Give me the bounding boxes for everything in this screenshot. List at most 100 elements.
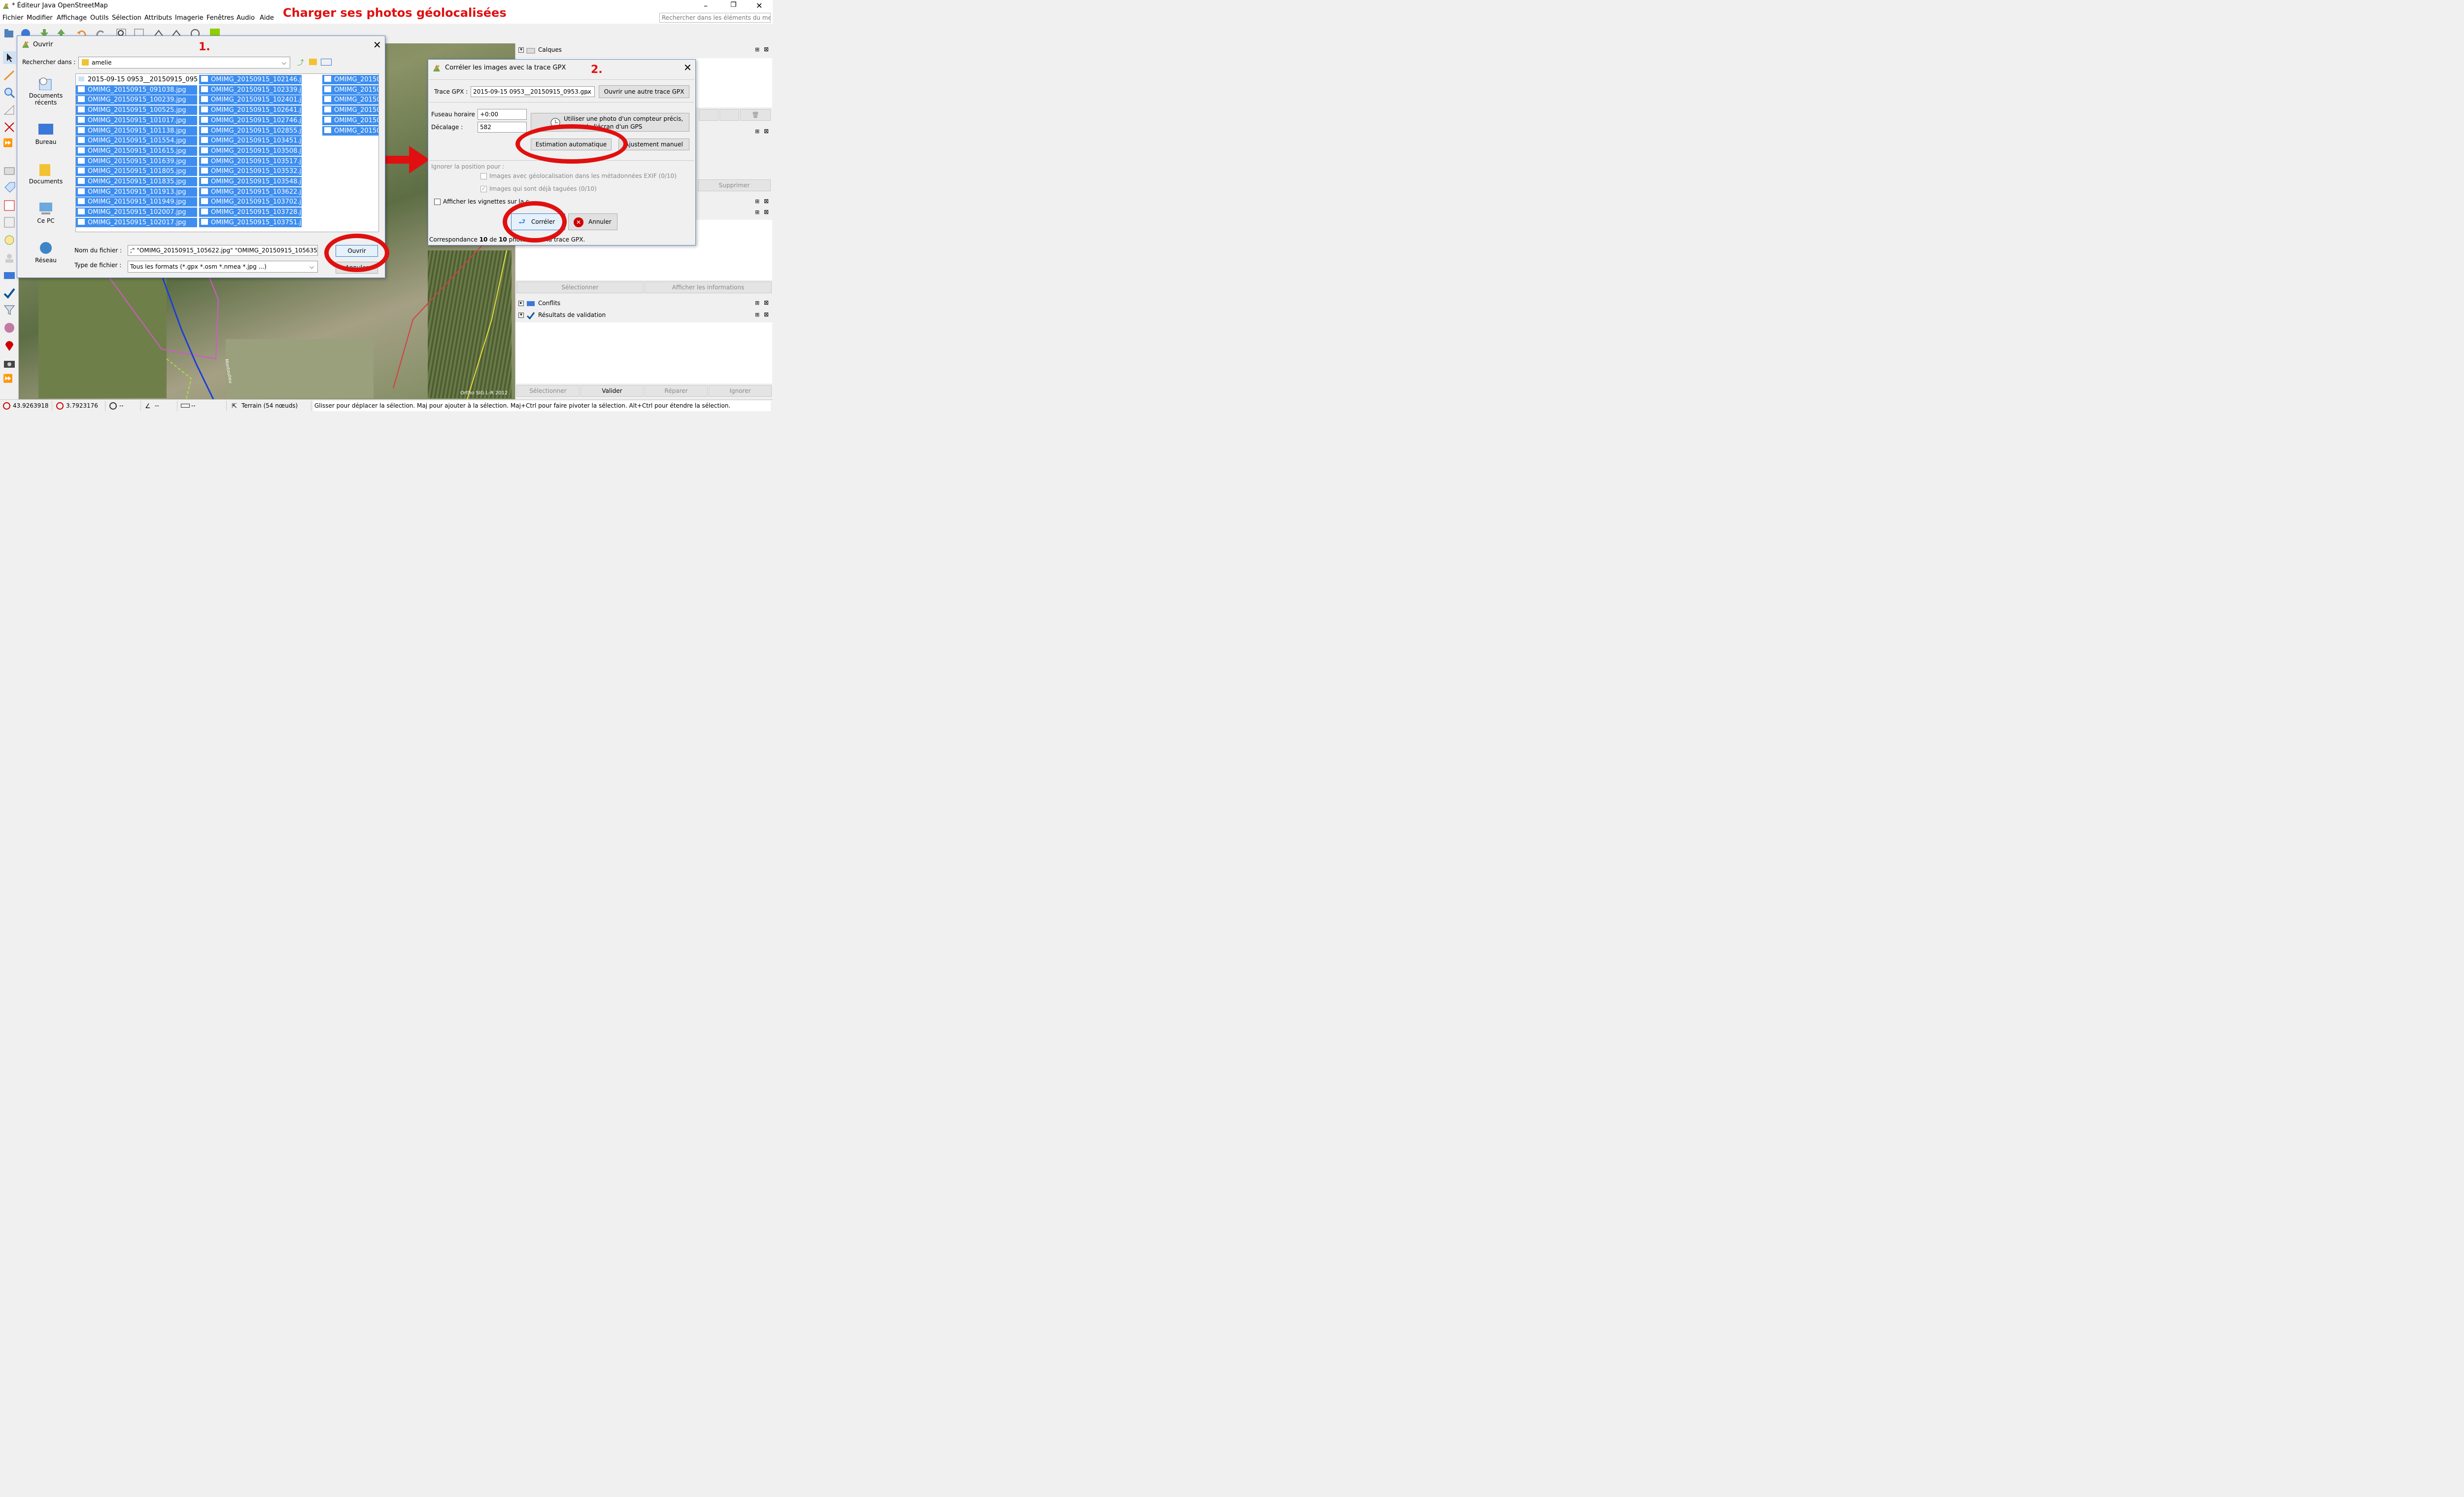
manual-adjust-button[interactable]: Ajustement manuel	[618, 139, 689, 150]
panel-close-icon[interactable]: ⊠	[764, 209, 769, 215]
place-network[interactable]: Réseau	[22, 241, 69, 264]
collapse-icon[interactable]: ▾	[518, 47, 524, 53]
panel-detach-icon[interactable]: ⊞	[755, 128, 759, 135]
file-item[interactable]: OMIMG_201509	[322, 95, 378, 105]
trash-icon[interactable]: 🗑	[740, 109, 771, 121]
select-tool-icon[interactable]	[3, 51, 16, 64]
more-tools-icon[interactable]: ⏩	[3, 138, 16, 151]
file-item[interactable]: OMIMG_20150915_091038.jpg	[76, 85, 197, 95]
file-item[interactable]: OMIMG_20150915_102146.jpg	[199, 75, 302, 84]
panel-detach-icon[interactable]: ⊞	[755, 312, 759, 318]
file-item[interactable]: OMIMG_20150915_102017.jpg	[76, 217, 197, 227]
ignore-button[interactable]: Ignorer	[709, 385, 772, 397]
menu-search-input[interactable]: Rechercher dans les éléments du menu	[659, 13, 771, 23]
menu-attributs[interactable]: Attributs	[144, 14, 172, 22]
offset-input[interactable]: 582	[478, 122, 527, 133]
file-item[interactable]: OMIMG_20150915_103702.jpg	[199, 197, 302, 207]
validate-button[interactable]: Valider	[581, 385, 644, 397]
menu-imagerie[interactable]: Imagerie	[175, 14, 204, 22]
file-item[interactable]: OMIMG_20150915_103728.jpg	[199, 208, 302, 217]
menu-audio[interactable]: Audio	[237, 14, 255, 22]
file-item[interactable]: OMIMG_20150915_101615.jpg	[76, 146, 197, 156]
panel-detach-icon[interactable]: ⊞	[755, 46, 759, 53]
file-item[interactable]: OMIMG_20150915_103532.jpg	[199, 167, 302, 176]
delete-button[interactable]: Supprimer	[698, 179, 771, 191]
view-menu-icon[interactable]	[321, 59, 332, 66]
file-item[interactable]: OMIMG_20150915_101805.jpg	[76, 167, 197, 176]
menu-fichier[interactable]: Fichier	[2, 14, 24, 22]
file-item[interactable]: OMIMG_20150915_102746.jpg	[199, 115, 302, 125]
map-paint-icon[interactable]	[3, 321, 16, 334]
open-other-gpx-button[interactable]: Ouvrir une autre trace GPX	[599, 85, 689, 98]
camera-icon[interactable]	[3, 357, 16, 370]
panel-close-icon[interactable]: ⊠	[764, 128, 769, 135]
file-item[interactable]: OMIMG_201509	[322, 75, 378, 84]
file-item[interactable]: OMIMG_201509	[322, 115, 378, 125]
file-item[interactable]: OMIMG_20150915_102007.jpg	[76, 208, 197, 217]
filename-input[interactable]: ;" "OMIMG_20150915_105622.jpg" "OMIMG_20…	[128, 245, 318, 256]
file-item[interactable]: OMIMG_201509	[322, 105, 378, 115]
draw-tool-icon[interactable]	[3, 69, 16, 82]
minimize-button[interactable]: –	[704, 1, 708, 10]
history-icon[interactable]	[3, 234, 16, 246]
panel-detach-icon[interactable]: ⊞	[755, 209, 759, 215]
layer-btn-1[interactable]	[699, 109, 719, 121]
place-desktop[interactable]: Bureau	[22, 123, 69, 145]
menu-aide[interactable]: Aide	[260, 14, 274, 22]
panel-close-icon[interactable]: ⊠	[764, 311, 769, 318]
relation-icon[interactable]	[3, 199, 16, 212]
panel-close-icon[interactable]: ⊠	[764, 46, 769, 53]
close-icon[interactable]: ✕	[684, 63, 692, 72]
file-item[interactable]: OMIMG_20150915_101913.jpg	[76, 187, 197, 197]
open-file-icon[interactable]	[3, 28, 15, 39]
file-item[interactable]: OMIMG_20150915_101017.jpg	[76, 115, 197, 125]
file-item[interactable]: OMIMG_20150915_100239.jpg	[76, 95, 197, 105]
tagged-checkbox[interactable]: ✓	[480, 186, 487, 192]
file-item[interactable]: OMIMG_201509	[322, 85, 378, 95]
new-folder-icon[interactable]	[309, 59, 317, 65]
location-pin-icon[interactable]	[3, 339, 16, 352]
file-item[interactable]: OMIMG_20150915_102641.jpg	[199, 105, 302, 115]
file-item[interactable]: OMIMG_20150915_102401.jpg	[199, 95, 302, 105]
close-window-button[interactable]: ✕	[756, 1, 762, 10]
panel-detach-icon[interactable]: ⊞	[755, 198, 759, 205]
maximize-button[interactable]: ❐	[730, 1, 737, 9]
panel-detach-icon[interactable]: ⊞	[755, 300, 759, 306]
place-recent[interactable]: Documents récents	[22, 76, 69, 106]
tags-icon[interactable]	[3, 181, 16, 194]
collapse-icon[interactable]: ▾	[518, 313, 524, 318]
menu-fenetres[interactable]: Fenêtres	[206, 14, 234, 22]
select-button[interactable]: Sélectionner	[516, 281, 644, 293]
file-item[interactable]: OMIMG_20150915_101949.jpg	[76, 197, 197, 207]
filetype-select[interactable]: Tous les formats (*.gpx *.osm *.nmea *.j…	[128, 261, 318, 273]
file-item[interactable]: OMIMG_20150915_103451.jpg	[199, 136, 302, 146]
menu-selection[interactable]: Sélection	[112, 14, 141, 22]
layers-icon[interactable]	[3, 165, 16, 177]
exif-checkbox[interactable]	[480, 173, 487, 179]
file-item[interactable]: OMIMG_20150915_101138.jpg	[76, 126, 197, 136]
file-item[interactable]: OMIMG_20150915_102855.jpg	[199, 126, 302, 136]
menu-modifier[interactable]: Modifier	[27, 14, 53, 22]
file-item[interactable]: OMIMG_20150915_103751.jpg	[199, 217, 302, 227]
filter-icon[interactable]	[3, 304, 16, 316]
validation-select-button[interactable]: Sélectionner	[516, 385, 580, 397]
up-folder-icon[interactable]: ⤴	[297, 58, 304, 68]
place-this-pc[interactable]: Ce PC	[22, 202, 69, 224]
panel-close-icon[interactable]: ⊠	[764, 198, 769, 205]
zoom-tool-icon[interactable]	[3, 86, 16, 99]
file-item[interactable]: OMIMG_20150915_101639.jpg	[76, 156, 197, 166]
gpx-select[interactable]: 2015-09-15 0953__20150915_0953.gpx ⌵	[471, 86, 595, 97]
more-panels-icon[interactable]: ⏩	[3, 374, 16, 386]
file-item[interactable]: OMIMG_20150915_103508.jpg	[199, 146, 302, 156]
close-icon[interactable]: ✕	[373, 40, 381, 50]
validation-results-list[interactable]	[515, 322, 772, 383]
file-item[interactable]: OMIMG_20150915_102339.jpg	[199, 85, 302, 95]
correlate-cancel-button[interactable]: ✕ Annuler	[568, 213, 617, 230]
file-item[interactable]: OMIMG_20150915_103622.jpg	[199, 187, 302, 197]
thumbnails-checkbox[interactable]	[434, 199, 441, 205]
file-item[interactable]: OMIMG_20150915_103517.jpg	[199, 156, 302, 166]
selection-list-icon[interactable]	[3, 216, 16, 229]
repair-button[interactable]: Réparer	[645, 385, 708, 397]
panel-close-icon[interactable]: ⊠	[764, 299, 769, 306]
file-item[interactable]: OMIMG_20150915_100525.jpg	[76, 105, 197, 115]
